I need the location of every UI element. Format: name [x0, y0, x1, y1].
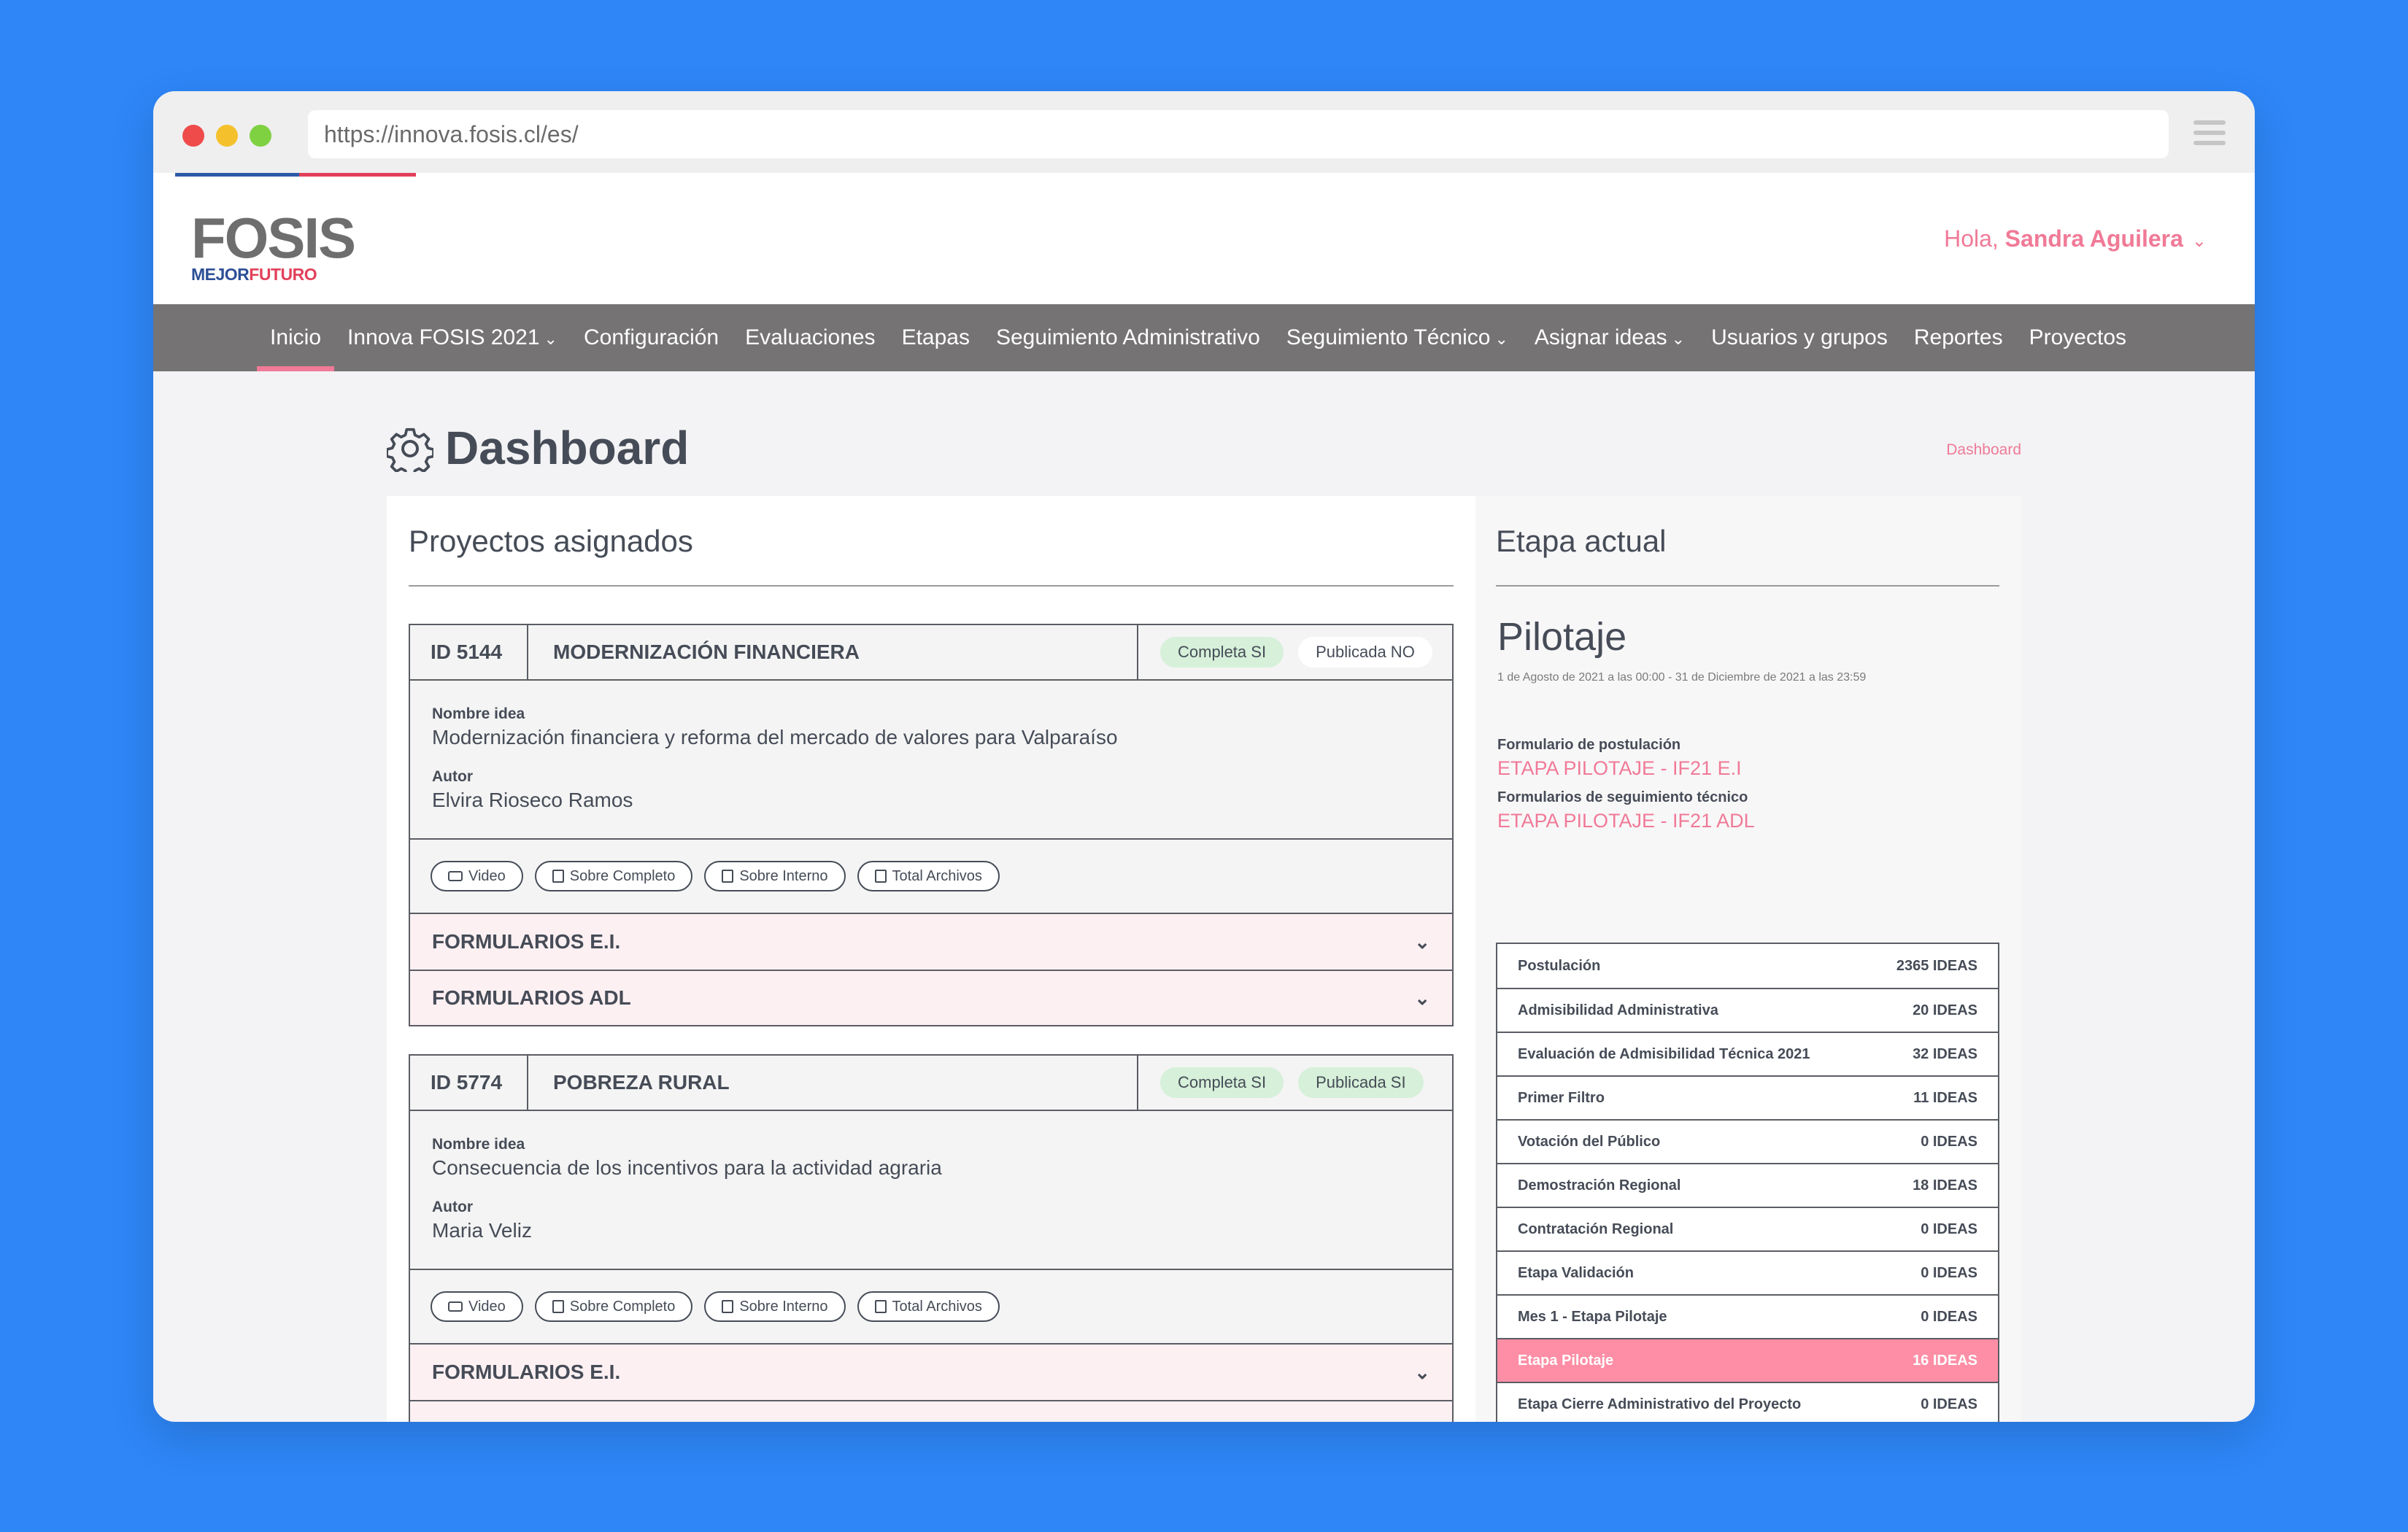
nav-item-usuarios-y-grupos[interactable]: Usuarios y grupos [1698, 304, 1901, 371]
divider [409, 585, 1454, 587]
chevron-down-icon: ⌄ [544, 330, 557, 348]
application-form-link[interactable]: ETAPA PILOTAJE - IF21 E.I [1497, 757, 1742, 780]
file-icon [552, 870, 564, 883]
user-menu[interactable]: Hola, Sandra Aguilera ⌄ [1944, 225, 2207, 252]
user-name: Sandra Aguilera [2004, 225, 2183, 252]
stages-table: Postulación 2365 IDEAS Admisibilidad Admi… [1496, 943, 1999, 1422]
idea-value: Consecuencia de los incentivos para la a… [432, 1156, 942, 1179]
author-label: Autor [432, 1199, 473, 1215]
nav-item-innova-fosis-2021[interactable]: Innova FOSIS 2021 ⌄ [334, 304, 571, 371]
page-title: Dashboard [445, 422, 690, 474]
gear-icon [387, 428, 433, 472]
main-nav: Inicio Innova FOSIS 2021 ⌄ Configuración … [153, 304, 2255, 371]
idea-value: Modernización financiera y reforma del m… [432, 726, 1118, 748]
accordion-formularios-ei[interactable]: FORMULARIOS E.I. ⌄ [410, 914, 1452, 970]
menu-icon[interactable] [2193, 120, 2226, 147]
stage-row[interactable]: Mes 1 - Etapa Pilotaje 0 IDEAS [1497, 1294, 1998, 1338]
maximize-window-dot[interactable] [250, 125, 271, 147]
status-badge-published: Publicada NO [1298, 637, 1432, 668]
site-header: FOSIS MEJORFUTURO [153, 173, 2255, 304]
project-id: ID 5144 [410, 624, 528, 680]
fosis-logo[interactable]: FOSIS MEJORFUTURO [191, 206, 356, 284]
nav-item-asignar-ideas[interactable]: Asignar ideas ⌄ [1521, 304, 1698, 371]
nav-item-seguimiento-administrativo[interactable]: Seguimiento Administrativo [983, 304, 1273, 371]
stage-dates: 1 de Agosto de 2021 a las 00:00 - 31 de … [1497, 671, 1867, 684]
status-badge-complete: Completa SI [1160, 1067, 1284, 1098]
project-name: POBREZA RURAL [528, 1055, 1138, 1110]
video-button[interactable]: Video [431, 861, 523, 891]
browser-toolbar: https://innova.fosis.cl/es/ [153, 91, 2255, 173]
file-icon [722, 870, 734, 883]
stage-row[interactable]: Evaluación de Admisibilidad Técnica 2021… [1497, 1032, 1998, 1075]
panel-title: Etapa actual [1496, 524, 1667, 558]
file-icon [874, 870, 887, 883]
page-header: Dashboard Dashboard [387, 414, 2021, 479]
accordion-formularios-adl[interactable]: FORMULARIOS ADL ⌄ [410, 970, 1452, 1025]
nav-item-configuracion[interactable]: Configuración [571, 304, 732, 371]
tracking-forms-label: Formularios de seguimiento técnico [1497, 789, 1748, 805]
sobre-completo-button[interactable]: Sobre Completo [534, 861, 693, 891]
divider [1496, 585, 1999, 587]
close-window-dot[interactable] [182, 125, 204, 147]
project-id: ID 5774 [410, 1055, 528, 1110]
idea-label: Nombre idea [432, 1136, 525, 1153]
sobre-completo-button[interactable]: Sobre Completo [534, 1291, 693, 1322]
current-stage-panel: Etapa actual Pilotaje 1 de Agosto de 202… [1475, 496, 2021, 1422]
chevron-down-icon: ⌄ [1671, 330, 1686, 348]
application-form-label: Formulario de postulación [1497, 737, 1681, 753]
stage-row[interactable]: Votación del Público 0 IDEAS [1497, 1119, 1998, 1163]
nav-item-etapas[interactable]: Etapas [889, 304, 983, 371]
breadcrumb[interactable]: Dashboard [1946, 441, 2021, 459]
stage-row[interactable]: Primer Filtro 11 IDEAS [1497, 1075, 1998, 1119]
stage-row-active[interactable]: Etapa Pilotaje 16 IDEAS [1497, 1338, 1998, 1382]
nav-item-seguimiento-tecnico[interactable]: Seguimiento Técnico ⌄ [1273, 304, 1521, 371]
accordion-formularios-ei[interactable]: FORMULARIOS E.I. ⌄ [410, 1345, 1452, 1400]
minimize-window-dot[interactable] [216, 125, 238, 147]
file-icon [552, 1300, 564, 1313]
author-value: Elvira Rioseco Ramos [432, 789, 633, 811]
stage-row[interactable]: Demostración Regional 18 IDEAS [1497, 1163, 1998, 1207]
author-label: Autor [432, 768, 473, 785]
stage-row[interactable]: Admisibilidad Administrativa 20 IDEAS [1497, 988, 1998, 1032]
stage-row[interactable]: Contratación Regional 0 IDEAS [1497, 1207, 1998, 1250]
chevron-down-icon: ⌄ [2191, 231, 2207, 251]
nav-item-reportes[interactable]: Reportes [1901, 304, 2016, 371]
project-card: ID 5144 MODERNIZACIÓN FINANCIERA Complet… [409, 624, 1454, 1026]
file-icon [874, 1300, 887, 1313]
project-card: ID 5774 POBREZA RURAL Completa SI Public… [409, 1054, 1454, 1422]
sobre-interno-button[interactable]: Sobre Interno [704, 861, 846, 891]
greeting-text: Hola, [1944, 225, 1999, 252]
tracking-form-link[interactable]: ETAPA PILOTAJE - IF21 ADL [1497, 810, 1755, 832]
chevron-down-icon: ⌄ [1414, 986, 1430, 1009]
status-badge-complete: Completa SI [1160, 637, 1284, 668]
chevron-down-icon: ⌄ [1494, 330, 1508, 348]
video-icon [448, 1301, 463, 1312]
stage-name: Pilotaje [1497, 615, 1627, 659]
browser-window: https://innova.fosis.cl/es/ FOSIS MEJORF… [153, 91, 2255, 1422]
nav-item-evaluaciones[interactable]: Evaluaciones [732, 304, 888, 371]
stage-row[interactable]: Etapa Validación 0 IDEAS [1497, 1250, 1998, 1294]
chevron-down-icon: ⌄ [1414, 1361, 1430, 1383]
author-value: Maria Veliz [432, 1219, 532, 1242]
file-icon [722, 1300, 734, 1313]
status-badge-published: Publicada SI [1298, 1067, 1424, 1098]
panel-title: Proyectos asignados [409, 524, 693, 558]
chevron-down-icon: ⌄ [1414, 930, 1430, 953]
video-icon [448, 871, 463, 881]
total-archivos-button[interactable]: Total Archivos [857, 1291, 1000, 1322]
project-name: MODERNIZACIÓN FINANCIERA [528, 624, 1138, 680]
assigned-projects-panel: Proyectos asignados ID 5144 MODERNIZACIÓ… [387, 496, 1475, 1422]
accordion-next[interactable] [410, 1400, 1452, 1422]
header-stripe [175, 173, 416, 177]
video-button[interactable]: Video [431, 1291, 523, 1322]
nav-item-inicio[interactable]: Inicio [257, 304, 335, 371]
nav-item-proyectos[interactable]: Proyectos [2016, 304, 2139, 371]
sobre-interno-button[interactable]: Sobre Interno [704, 1291, 846, 1322]
total-archivos-button[interactable]: Total Archivos [857, 861, 1000, 891]
stage-row[interactable]: Postulación 2365 IDEAS [1497, 944, 1998, 988]
logo-wordmark: FOSIS [191, 206, 356, 270]
stage-row[interactable]: Etapa Cierre Administrativo del Proyecto… [1497, 1382, 1998, 1422]
idea-label: Nombre idea [432, 705, 525, 722]
address-bar[interactable]: https://innova.fosis.cl/es/ [308, 110, 2169, 158]
